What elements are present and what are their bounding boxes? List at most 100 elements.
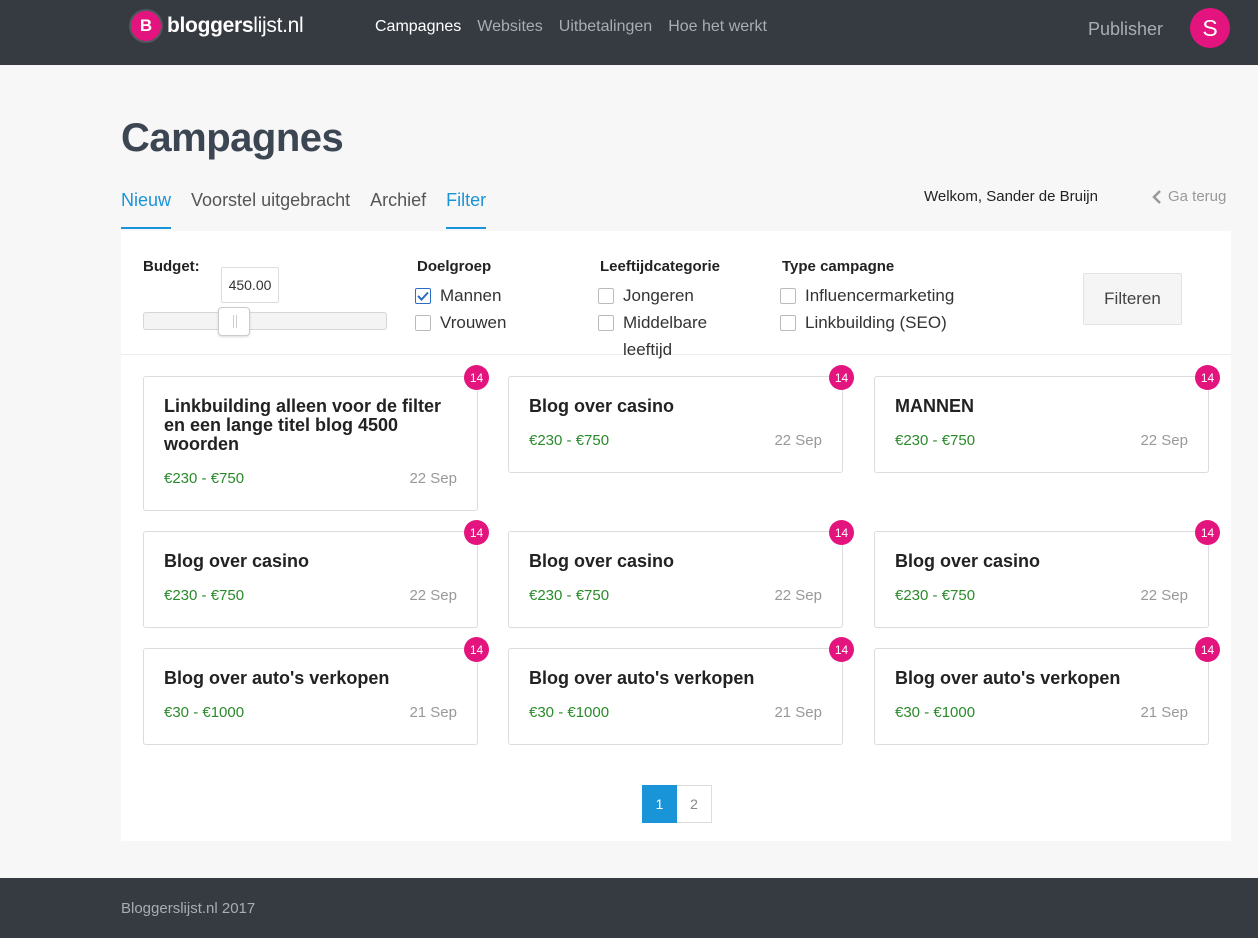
campaign-price: €230 - €750 bbox=[895, 587, 976, 604]
tab-archief[interactable]: Archief bbox=[370, 190, 426, 229]
campaign-title[interactable]: MANNEN bbox=[895, 397, 1185, 416]
checkbox-middelbare-leeftijd[interactable]: Middelbare leeftijd bbox=[598, 313, 738, 363]
filter-bar: Budget: 450.00 Doelgroep Mannen Vrouwen … bbox=[121, 231, 1231, 359]
campaign-title[interactable]: Blog over auto's verkopen bbox=[164, 669, 454, 688]
campaign-price: €230 - €750 bbox=[164, 470, 245, 487]
checkbox-mannen[interactable]: Mannen bbox=[415, 286, 501, 309]
pagination: 1 2 bbox=[642, 785, 712, 823]
campaign-date: 22 Sep bbox=[774, 432, 822, 449]
campaign-date: 21 Sep bbox=[1140, 704, 1188, 721]
campaign-card[interactable]: 14 Blog over casino €230 - €750 22 Sep bbox=[143, 520, 489, 628]
campaign-badge: 14 bbox=[464, 637, 489, 662]
budget-slider-handle[interactable] bbox=[218, 307, 250, 336]
campaign-price: €230 - €750 bbox=[164, 587, 245, 604]
page-1-button[interactable]: 1 bbox=[642, 785, 677, 823]
campaign-price: €230 - €750 bbox=[529, 587, 610, 604]
campaign-card[interactable]: 14 Blog over auto's verkopen €30 - €1000… bbox=[874, 637, 1220, 745]
campaign-tabs: Nieuw Voorstel uitgebracht Archief Filte… bbox=[121, 190, 506, 229]
campaign-badge: 14 bbox=[1195, 365, 1220, 390]
footer-copyright: Bloggerslijst.nl 2017 bbox=[121, 900, 256, 917]
campaign-price: €30 - €1000 bbox=[529, 704, 610, 721]
filter-button[interactable]: Filteren bbox=[1083, 273, 1182, 325]
logo[interactable]: B bloggerslijst.nl bbox=[131, 11, 304, 41]
campaign-title[interactable]: Blog over casino bbox=[529, 397, 819, 416]
checkbox-influencermarketing[interactable]: Influencermarketing bbox=[780, 286, 954, 309]
checkbox-influencermarketing-box[interactable] bbox=[780, 288, 796, 304]
checkbox-influencermarketing-label: Influencermarketing bbox=[805, 286, 955, 305]
checkbox-middelbare-leeftijd-label: Middelbare leeftijd bbox=[623, 313, 708, 359]
budget-slider[interactable] bbox=[143, 307, 387, 336]
welcome-text: Welkom, Sander de Bruijn bbox=[924, 188, 1098, 205]
campaign-date: 21 Sep bbox=[409, 704, 457, 721]
back-label: Ga terug bbox=[1168, 188, 1227, 205]
nav-campagnes[interactable]: Campagnes bbox=[375, 18, 461, 36]
campaign-badge: 14 bbox=[829, 637, 854, 662]
checkbox-mannen-box[interactable] bbox=[415, 288, 431, 304]
tab-filter[interactable]: Filter bbox=[446, 190, 487, 229]
nav-hoe-het-werkt[interactable]: Hoe het werkt bbox=[668, 18, 767, 36]
campaign-title[interactable]: Blog over casino bbox=[895, 552, 1185, 571]
main-nav: Campagnes Websites Uitbetalingen Hoe het… bbox=[375, 18, 767, 36]
checkbox-mannen-label: Mannen bbox=[440, 286, 502, 305]
campaign-title[interactable]: Linkbuilding alleen voor de filter en ee… bbox=[164, 397, 454, 454]
logo-text: bloggerslijst.nl bbox=[167, 14, 304, 37]
logo-icon: B bbox=[131, 11, 161, 41]
campaign-title[interactable]: Blog over auto's verkopen bbox=[895, 669, 1185, 688]
page-2-button[interactable]: 2 bbox=[677, 785, 712, 823]
back-link[interactable]: Ga terug bbox=[1152, 188, 1226, 205]
checkbox-jongeren-label: Jongeren bbox=[623, 286, 694, 305]
user-role[interactable]: Publisher bbox=[1088, 19, 1163, 40]
checkbox-vrouwen[interactable]: Vrouwen bbox=[415, 313, 506, 336]
campaign-date: 22 Sep bbox=[409, 587, 457, 604]
checkbox-middelbare-leeftijd-box[interactable] bbox=[598, 315, 614, 331]
campaign-card[interactable]: 14 Blog over auto's verkopen €30 - €1000… bbox=[508, 637, 854, 745]
campaign-date: 22 Sep bbox=[1140, 432, 1188, 449]
campaign-price: €230 - €750 bbox=[895, 432, 976, 449]
checkbox-linkbuilding-box[interactable] bbox=[780, 315, 796, 331]
nav-uitbetalingen[interactable]: Uitbetalingen bbox=[559, 18, 652, 36]
chevron-left-icon bbox=[1152, 189, 1161, 204]
doelgroep-label: Doelgroep bbox=[417, 258, 492, 275]
checkbox-vrouwen-box[interactable] bbox=[415, 315, 431, 331]
campaign-badge: 14 bbox=[829, 365, 854, 390]
checkbox-linkbuilding-label: Linkbuilding (SEO) bbox=[805, 313, 947, 332]
campaign-title[interactable]: Blog over auto's verkopen bbox=[529, 669, 819, 688]
tab-voorstel-uitgebracht[interactable]: Voorstel uitgebracht bbox=[191, 190, 350, 229]
campaign-date: 22 Sep bbox=[774, 587, 822, 604]
campaign-price: €30 - €1000 bbox=[164, 704, 245, 721]
campaigns-panel: Budget: 450.00 Doelgroep Mannen Vrouwen … bbox=[121, 231, 1231, 841]
campaign-card[interactable]: 14 Blog over auto's verkopen €30 - €1000… bbox=[143, 637, 489, 745]
checkbox-vrouwen-label: Vrouwen bbox=[440, 313, 507, 332]
campaign-badge: 14 bbox=[1195, 520, 1220, 545]
campaign-badge: 14 bbox=[1195, 637, 1220, 662]
checkbox-jongeren[interactable]: Jongeren bbox=[598, 286, 694, 309]
campaign-date: 22 Sep bbox=[1140, 587, 1188, 604]
footer: Bloggerslijst.nl 2017 bbox=[0, 878, 1258, 938]
campaign-date: 21 Sep bbox=[774, 704, 822, 721]
campaign-date: 22 Sep bbox=[409, 470, 457, 487]
nav-websites[interactable]: Websites bbox=[477, 18, 543, 36]
campaign-price: €230 - €750 bbox=[529, 432, 610, 449]
campaign-badge: 14 bbox=[464, 365, 489, 390]
checkbox-linkbuilding[interactable]: Linkbuilding (SEO) bbox=[780, 313, 947, 336]
campaign-card[interactable]: 14 Blog over casino €230 - €750 22 Sep bbox=[508, 520, 854, 628]
campaign-price: €30 - €1000 bbox=[895, 704, 976, 721]
tab-nieuw[interactable]: Nieuw bbox=[121, 190, 172, 229]
top-navbar: B bloggerslijst.nl Campagnes Websites Ui… bbox=[0, 0, 1258, 65]
budget-input[interactable]: 450.00 bbox=[221, 267, 279, 303]
page-title: Campagnes bbox=[121, 116, 344, 160]
campaign-card[interactable]: 14 Blog over casino €230 - €750 22 Sep bbox=[874, 520, 1220, 628]
avatar[interactable]: S bbox=[1190, 8, 1230, 48]
campaign-badge: 14 bbox=[464, 520, 489, 545]
checkbox-jongeren-box[interactable] bbox=[598, 288, 614, 304]
campaign-card[interactable]: 14 Blog over casino €230 - €750 22 Sep bbox=[508, 365, 854, 473]
campaign-card[interactable]: 14 MANNEN €230 - €750 22 Sep bbox=[874, 365, 1220, 473]
leeftijd-label: Leeftijdcategorie bbox=[600, 258, 721, 275]
campaign-title[interactable]: Blog over casino bbox=[529, 552, 819, 571]
budget-label: Budget: bbox=[143, 258, 200, 275]
campaign-card[interactable]: 14 Linkbuilding alleen voor de filter en… bbox=[143, 365, 489, 511]
campaign-badge: 14 bbox=[829, 520, 854, 545]
check-icon bbox=[417, 291, 429, 301]
type-label: Type campagne bbox=[782, 258, 895, 275]
campaign-title[interactable]: Blog over casino bbox=[164, 552, 454, 571]
